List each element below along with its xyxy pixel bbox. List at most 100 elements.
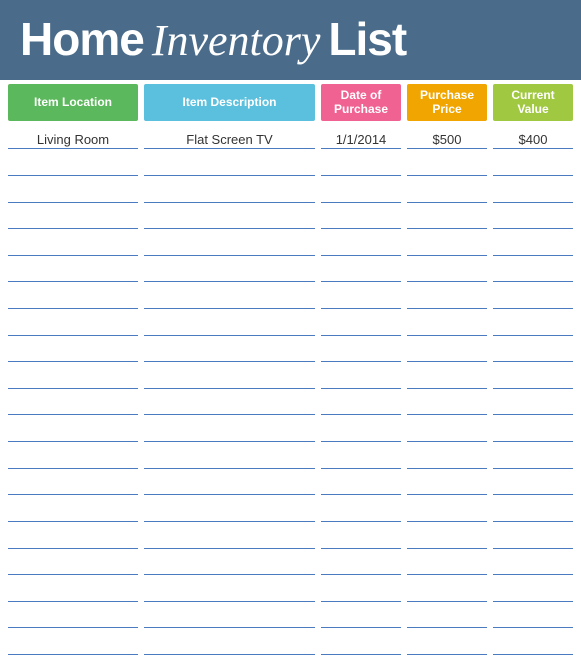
cell-price	[407, 471, 487, 495]
cell-description	[144, 578, 315, 602]
cell-location	[8, 365, 138, 389]
header-word3: List	[328, 12, 406, 66]
cell-location: Living Room	[8, 125, 138, 149]
cell-value	[493, 578, 573, 602]
cell-location	[8, 551, 138, 575]
cell-description	[144, 631, 315, 655]
cell-date	[321, 205, 401, 229]
cell-description	[144, 418, 315, 442]
cell-location	[8, 258, 138, 282]
cell-location	[8, 525, 138, 549]
cell-location	[8, 338, 138, 362]
cell-description	[144, 604, 315, 628]
cell-location	[8, 631, 138, 655]
cell-value	[493, 525, 573, 549]
cell-location	[8, 604, 138, 628]
cell-location	[8, 578, 138, 602]
cell-description	[144, 152, 315, 176]
cell-value	[493, 258, 573, 282]
cell-description	[144, 232, 315, 256]
table-row	[8, 575, 573, 602]
cell-location	[8, 391, 138, 415]
cell-price	[407, 498, 487, 522]
page-container: Home Inventory List Item Location Item D…	[0, 0, 581, 663]
cell-price	[407, 205, 487, 229]
cell-value	[493, 551, 573, 575]
cell-value	[493, 179, 573, 203]
cell-date	[321, 445, 401, 469]
page-header: Home Inventory List	[0, 0, 581, 80]
cell-location	[8, 285, 138, 309]
cell-price	[407, 418, 487, 442]
table-row	[8, 282, 573, 309]
table-row: Living RoomFlat Screen TV1/1/2014$500$40…	[8, 123, 573, 150]
cell-price	[407, 525, 487, 549]
cell-location	[8, 179, 138, 203]
cell-location	[8, 152, 138, 176]
cell-price	[407, 604, 487, 628]
cell-date	[321, 604, 401, 628]
table-wrapper: Item Location Item Description Date of P…	[0, 80, 581, 663]
column-headers: Item Location Item Description Date of P…	[8, 84, 573, 121]
cell-date	[321, 551, 401, 575]
cell-price	[407, 258, 487, 282]
cell-price	[407, 445, 487, 469]
cell-description	[144, 365, 315, 389]
cell-date	[321, 391, 401, 415]
cell-description	[144, 498, 315, 522]
cell-price	[407, 551, 487, 575]
cell-value	[493, 471, 573, 495]
table-row	[8, 549, 573, 576]
cell-value	[493, 604, 573, 628]
table-row	[8, 415, 573, 442]
cell-date	[321, 258, 401, 282]
cell-value	[493, 365, 573, 389]
cell-date	[321, 498, 401, 522]
table-row	[8, 149, 573, 176]
cell-date	[321, 152, 401, 176]
cell-description	[144, 445, 315, 469]
col-header-location: Item Location	[8, 84, 138, 121]
cell-date	[321, 418, 401, 442]
table-row	[8, 256, 573, 283]
cell-value	[493, 445, 573, 469]
cell-price	[407, 312, 487, 336]
header-word1: Home	[20, 12, 144, 66]
cell-date	[321, 179, 401, 203]
cell-location	[8, 471, 138, 495]
cell-price	[407, 232, 487, 256]
cell-date	[321, 365, 401, 389]
cell-price	[407, 631, 487, 655]
data-rows: Living RoomFlat Screen TV1/1/2014$500$40…	[8, 123, 573, 655]
cell-value	[493, 152, 573, 176]
cell-description	[144, 312, 315, 336]
cell-location	[8, 498, 138, 522]
cell-value	[493, 391, 573, 415]
table-row	[8, 602, 573, 629]
cell-description	[144, 391, 315, 415]
cell-description	[144, 285, 315, 309]
table-row	[8, 176, 573, 203]
cell-date	[321, 285, 401, 309]
cell-location	[8, 232, 138, 256]
cell-location	[8, 205, 138, 229]
cell-date	[321, 631, 401, 655]
col-header-date: Date of Purchase	[321, 84, 401, 121]
cell-price	[407, 578, 487, 602]
table-row	[8, 469, 573, 496]
cell-description	[144, 338, 315, 362]
cell-date	[321, 338, 401, 362]
cell-location	[8, 312, 138, 336]
cell-value	[493, 338, 573, 362]
cell-description	[144, 179, 315, 203]
cell-date	[321, 312, 401, 336]
cell-value	[493, 418, 573, 442]
table-row	[8, 442, 573, 469]
cell-value: $400	[493, 125, 573, 149]
cell-price	[407, 365, 487, 389]
col-header-price: Purchase Price	[407, 84, 487, 121]
cell-price: $500	[407, 125, 487, 149]
cell-location	[8, 418, 138, 442]
cell-price	[407, 285, 487, 309]
cell-price	[407, 152, 487, 176]
